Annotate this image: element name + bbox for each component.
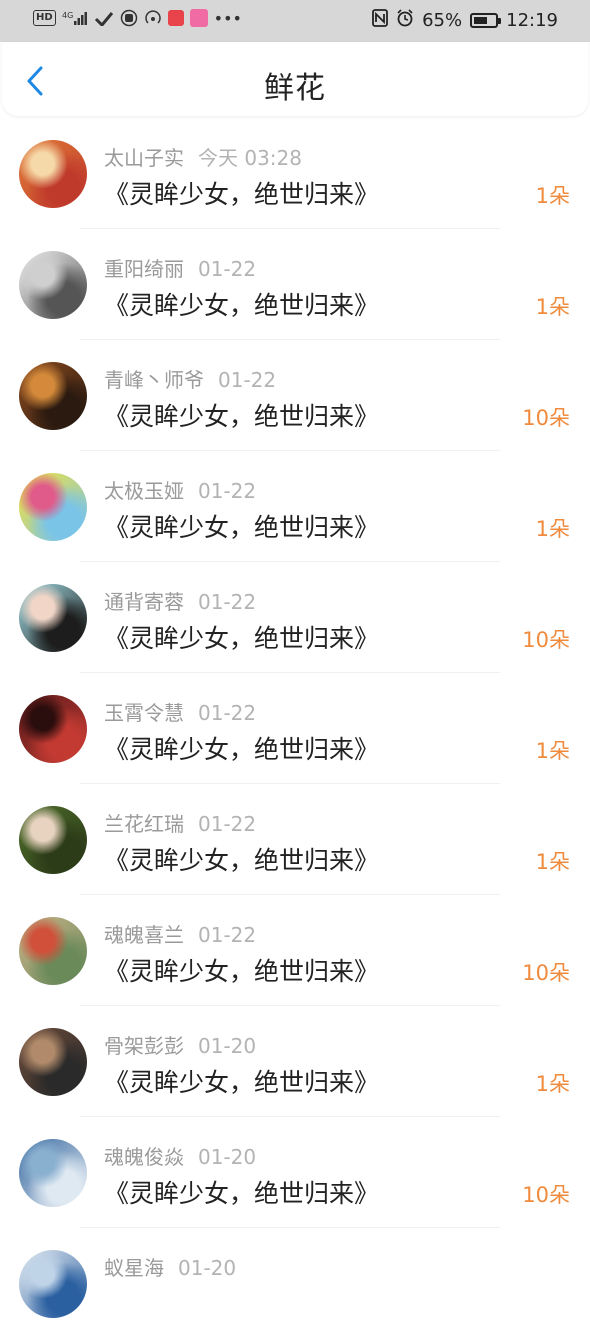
list-item[interactable]: 重阳绮丽 01-22 《灵眸少女，绝世归来》 1朵	[0, 229, 590, 340]
book-title: 《灵眸少女，绝世归来》	[104, 513, 380, 542]
gift-date: 今天 03:28	[198, 146, 302, 170]
app-notification-icon	[189, 9, 208, 27]
flower-count: 10朵	[522, 1183, 570, 1207]
list-item[interactable]: 魂魄俊焱 01-20 《灵眸少女，绝世归来》 10朵	[0, 1117, 590, 1228]
book-title: 《灵眸少女，绝世归来》	[104, 735, 380, 764]
user-line: 魂魄俊焱 01-20	[104, 1141, 256, 1170]
book-title: 《灵眸少女，绝世归来》	[104, 846, 380, 875]
more-notifications-icon: •••	[213, 8, 242, 28]
avatar[interactable]	[19, 806, 87, 874]
user-name[interactable]: 魂魄俊焱	[104, 1145, 184, 1169]
nfc-icon	[372, 9, 389, 32]
avatar[interactable]	[19, 695, 87, 763]
user-line: 骨架彭彭 01-20	[104, 1030, 256, 1059]
user-name[interactable]: 通背寄蓉	[104, 590, 184, 614]
hd-indicator: HD	[33, 10, 56, 26]
book-title: 《灵眸少女，绝世归来》	[104, 180, 380, 209]
alarm-icon	[396, 9, 414, 32]
flower-count: 10朵	[522, 406, 570, 430]
list-item[interactable]: 太山子实 今天 03:28 《灵眸少女，绝世归来》 1朵	[0, 118, 590, 229]
user-name[interactable]: 蚁星海	[104, 1256, 164, 1280]
clock: 12:19	[506, 10, 558, 31]
hotspot-icon	[144, 8, 162, 28]
gift-date: 01-22	[198, 701, 257, 725]
user-name[interactable]: 太极玉娅	[104, 479, 184, 503]
battery-level	[474, 17, 488, 24]
avatar[interactable]	[19, 362, 87, 430]
status-left-icons: HD 4G •••	[33, 8, 242, 28]
book-title: 《灵眸少女，绝世归来》	[104, 402, 380, 431]
flower-count: 1朵	[535, 184, 570, 208]
page-title: 鲜花	[264, 71, 326, 106]
gift-date: 01-22	[198, 812, 257, 836]
gift-date: 01-20	[178, 1256, 237, 1280]
battery-percent: 65%	[422, 10, 463, 31]
avatar[interactable]	[19, 584, 87, 652]
avatar[interactable]	[19, 140, 87, 208]
flower-count: 1朵	[535, 295, 570, 319]
user-name[interactable]: 骨架彭彭	[104, 1034, 184, 1058]
avatar[interactable]	[19, 1250, 87, 1318]
nav-header: 鲜花	[2, 42, 588, 116]
flower-count: 10朵	[522, 961, 570, 985]
flower-count: 10朵	[522, 628, 570, 652]
book-title: 《灵眸少女，绝世归来》	[104, 1068, 380, 1097]
list-item[interactable]: 太极玉娅 01-22 《灵眸少女，绝世归来》 1朵	[0, 451, 590, 562]
avatar[interactable]	[19, 1028, 87, 1096]
book-title: 《灵眸少女，绝世归来》	[104, 1179, 380, 1208]
book-title: 《灵眸少女，绝世归来》	[104, 291, 380, 320]
signal-icon: 4G	[62, 8, 88, 28]
hand-icon	[120, 8, 138, 28]
user-line: 兰花红瑞 01-22	[104, 808, 256, 837]
gift-date: 01-22	[198, 257, 257, 281]
flower-count: 1朵	[535, 850, 570, 874]
avatar[interactable]	[19, 473, 87, 541]
user-line: 玉霄令慧 01-22	[104, 697, 256, 726]
user-name[interactable]: 魂魄喜兰	[104, 923, 184, 947]
user-line: 太极玉娅 01-22	[104, 475, 256, 504]
user-line: 重阳绮丽 01-22	[104, 253, 256, 282]
gift-date: 01-20	[198, 1145, 257, 1169]
status-bar: HD 4G ••• 65% 12:19	[0, 0, 590, 42]
list-item[interactable]: 兰花红瑞 01-22 《灵眸少女，绝世归来》 1朵	[0, 784, 590, 895]
book-title: 《灵眸少女，绝世归来》	[104, 624, 380, 653]
user-line: 青峰丶师爷 01-22	[104, 364, 276, 393]
battery-icon	[470, 13, 502, 28]
list-item[interactable]: 骨架彭彭 01-20 《灵眸少女，绝世归来》 1朵	[0, 1006, 590, 1117]
list-item[interactable]: 魂魄喜兰 01-22 《灵眸少女，绝世归来》 10朵	[0, 895, 590, 1006]
user-line: 魂魄喜兰 01-22	[104, 919, 256, 948]
app-notification-icon	[167, 10, 184, 26]
flower-count: 1朵	[535, 739, 570, 763]
gift-date: 01-22	[198, 590, 257, 614]
user-name[interactable]: 青峰丶师爷	[104, 368, 204, 392]
flower-count: 1朵	[535, 517, 570, 541]
user-line: 通背寄蓉 01-22	[104, 586, 256, 615]
wifi-icon	[94, 8, 114, 28]
list-item[interactable]: 通背寄蓉 01-22 《灵眸少女，绝世归来》 10朵	[0, 562, 590, 673]
flower-count: 1朵	[535, 1072, 570, 1096]
list-item[interactable]: 青峰丶师爷 01-22 《灵眸少女，绝世归来》 10朵	[0, 340, 590, 451]
gift-date: 01-22	[198, 923, 257, 947]
list-item[interactable]: 蚁星海 01-20	[0, 1228, 590, 1339]
user-name[interactable]: 玉霄令慧	[104, 701, 184, 725]
avatar[interactable]	[19, 917, 87, 985]
network-type-label: 4G	[62, 11, 73, 20]
gift-date: 01-22	[198, 479, 257, 503]
avatar[interactable]	[19, 1139, 87, 1207]
user-name[interactable]: 重阳绮丽	[104, 257, 184, 281]
list-item[interactable]: 玉霄令慧 01-22 《灵眸少女，绝世归来》 1朵	[0, 673, 590, 784]
avatar[interactable]	[19, 251, 87, 319]
user-name[interactable]: 太山子实	[104, 146, 184, 170]
user-line: 太山子实 今天 03:28	[104, 142, 302, 171]
gift-date: 01-20	[198, 1034, 257, 1058]
user-line: 蚁星海 01-20	[104, 1252, 236, 1281]
status-right-icons: 65% 12:19	[372, 9, 558, 32]
user-name[interactable]: 兰花红瑞	[104, 812, 184, 836]
book-title: 《灵眸少女，绝世归来》	[104, 957, 380, 986]
gift-date: 01-22	[218, 368, 277, 392]
